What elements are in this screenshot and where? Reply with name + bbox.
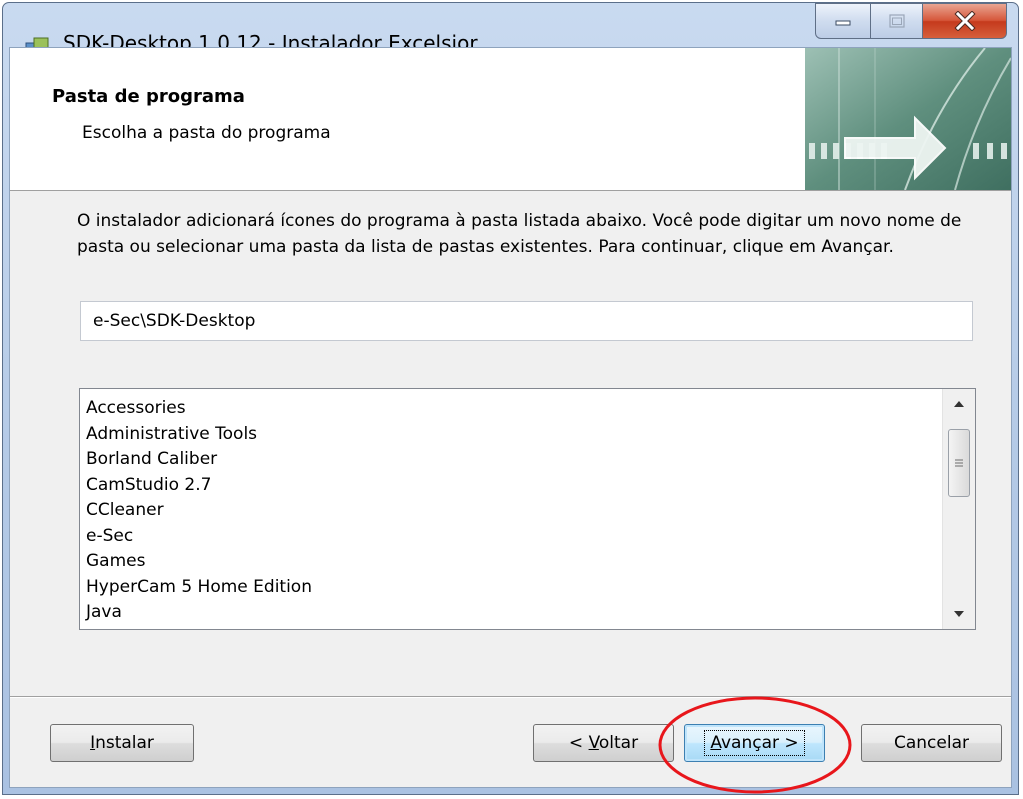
next-button-label: Avançar >	[704, 730, 805, 756]
instructions-text: O instalador adicionará ícones do progra…	[77, 211, 962, 257]
existing-folders-list[interactable]: Accessories Administrative Tools Borland C…	[79, 388, 976, 630]
close-icon	[953, 11, 976, 31]
folder-list-item[interactable]: CCleaner	[86, 498, 312, 524]
minimize-button[interactable]	[815, 3, 871, 39]
folder-list-items: Accessories Administrative Tools Borland C…	[86, 396, 312, 626]
grip-icon	[955, 459, 963, 467]
folder-list-item[interactable]: Games	[86, 549, 312, 575]
folder-list-item[interactable]: Borland Caliber	[86, 447, 312, 473]
folder-list-item[interactable]: Accessories	[86, 396, 312, 422]
cancel-button-label: Cancelar	[894, 733, 969, 753]
scroll-down-button[interactable]	[943, 599, 975, 629]
cancel-button[interactable]: Cancelar	[861, 724, 1002, 762]
arrow-up-icon	[954, 401, 964, 407]
folder-list-item[interactable]: e-Sec	[86, 524, 312, 550]
folder-list-item[interactable]: CamStudio 2.7	[86, 473, 312, 499]
install-button[interactable]: Instalar	[50, 724, 194, 762]
page-title: Pasta de programa	[52, 86, 245, 107]
arrow-down-icon	[954, 611, 964, 617]
page-subtitle: Escolha a pasta do programa	[82, 123, 331, 143]
list-scrollbar[interactable]	[942, 389, 975, 629]
wizard-client-area: Pasta de programa Escolha a pasta do pro…	[9, 47, 1012, 788]
next-button[interactable]: Avançar >	[684, 724, 825, 762]
minimize-icon	[835, 20, 851, 26]
wizard-banner-graphic	[805, 48, 1011, 190]
folder-list-item[interactable]: Administrative Tools	[86, 422, 312, 448]
maximize-button[interactable]	[871, 3, 923, 39]
maximize-icon	[888, 14, 905, 28]
installer-window: SDK-Desktop 1.0.12 - Instalador Excelsio…	[2, 2, 1019, 795]
close-button[interactable]	[923, 3, 1007, 39]
program-folder-input[interactable]	[80, 301, 973, 341]
footer-divider	[10, 696, 1011, 698]
wizard-header: Pasta de programa Escolha a pasta do pro…	[10, 48, 1011, 191]
install-button-label: Instalar	[90, 733, 154, 753]
folder-list-item[interactable]: HyperCam 5 Home Edition	[86, 575, 312, 601]
caption-buttons	[815, 3, 1007, 41]
back-button-label: < Voltar	[568, 733, 639, 753]
folder-list-item[interactable]: Java	[86, 600, 312, 626]
scroll-thumb[interactable]	[948, 429, 970, 497]
scroll-up-button[interactable]	[943, 389, 975, 419]
back-button[interactable]: < Voltar	[533, 724, 674, 762]
